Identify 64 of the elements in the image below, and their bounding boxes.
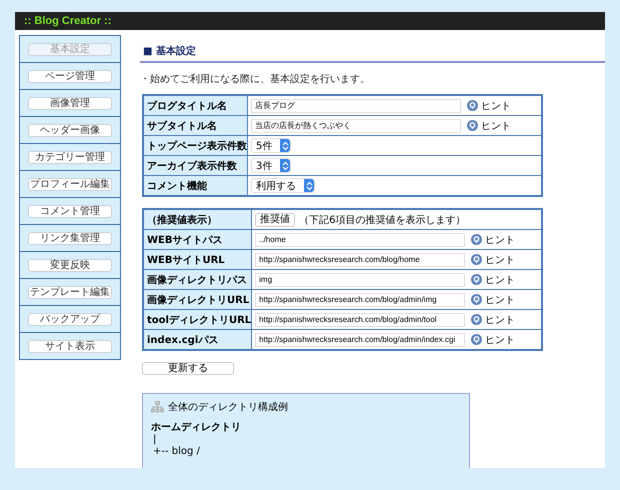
hint-link[interactable]: ヒント — [485, 272, 516, 286]
text-field[interactable]: http://spanishwrecksresearch.com/blog/admin/img — [255, 292, 466, 306]
tree-line: ホームディレクトリ — [151, 422, 242, 434]
chevron-icon — [282, 160, 289, 170]
text-field[interactable]: img — [255, 272, 466, 286]
row-label: トップページ表示件数 — [143, 136, 248, 156]
hint-link[interactable]: ヒント — [485, 252, 516, 266]
row-label: toolディレクトリURL — [143, 310, 252, 330]
help-icon[interactable] — [467, 120, 478, 131]
sidebar-button[interactable]: コメント管理 — [28, 204, 112, 218]
panel-title: 全体のディレクトリ構成例 — [168, 400, 288, 414]
chevron-icon — [282, 140, 289, 150]
hint-link[interactable]: ヒント — [481, 98, 511, 112]
help-icon[interactable] — [471, 294, 482, 305]
sidebar-button[interactable]: サイト表示 — [28, 340, 112, 352]
help-icon[interactable] — [467, 100, 478, 111]
help-icon[interactable] — [471, 334, 482, 345]
row-label: コメント機能 — [143, 176, 248, 196]
sidebar-button[interactable]: 変更反映 — [28, 258, 112, 272]
hint-link[interactable]: ヒント — [485, 232, 516, 246]
row-label: 画像ディレクトリパス — [143, 270, 252, 290]
text-field[interactable]: http://spanishwrecksresearch.com/blog/home — [255, 252, 466, 266]
hint-link[interactable]: ヒント — [485, 292, 516, 306]
row-label: WEBサイトパス — [143, 230, 252, 250]
hint-link[interactable]: ヒント — [481, 118, 511, 132]
row-label: 画像ディレクトリURL — [143, 290, 252, 310]
text-field[interactable]: 店長ブログ — [251, 98, 461, 112]
sidebar-button[interactable]: カテゴリー管理 — [28, 150, 112, 164]
sidebar-button[interactable]: プロフィール編集 — [28, 178, 112, 190]
help-icon[interactable] — [471, 314, 482, 325]
section-title: ■ 基本設定 — [140, 44, 605, 63]
update-button[interactable]: 更新する — [142, 362, 234, 375]
row-label: ブログタイトル名 — [143, 95, 248, 116]
tree-line: | — [152, 434, 158, 446]
dropdown[interactable]: 利用する — [251, 178, 315, 193]
sidebar-button[interactable]: ページ管理 — [28, 70, 112, 82]
dropdown[interactable]: 3件 — [251, 158, 292, 173]
chevron-icon — [306, 180, 312, 190]
dropdown[interactable]: 5件 — [251, 138, 292, 153]
text-field[interactable]: http://spanishwrecksresearch.com/blog/admin/index.cgi — [255, 332, 466, 346]
sidebar-button[interactable]: リンク集管理 — [28, 232, 112, 244]
row-label: index.cgiパス — [143, 330, 252, 350]
sidebar-button[interactable]: ヘッダー画像 — [28, 124, 112, 136]
sidebar-button[interactable]: テンプレート編集 — [28, 286, 112, 298]
help-icon[interactable] — [471, 234, 482, 245]
app-title: :: Blog Creator :: — [24, 15, 112, 27]
row-label: アーカイブ表示件数 — [143, 156, 248, 176]
tree-icon — [151, 401, 164, 413]
sidebar-button[interactable]: バックアップ — [28, 312, 112, 326]
hint-link[interactable]: ヒント — [485, 332, 516, 346]
hint-link[interactable]: ヒント — [485, 312, 516, 326]
help-icon[interactable] — [471, 274, 482, 285]
recommended-button[interactable]: 推奨値 — [255, 212, 296, 226]
row-label: サブタイトル名 — [143, 116, 248, 136]
text-field[interactable]: http://spanishwrecksresearch.com/blog/admin/tool — [255, 312, 466, 326]
text-field[interactable]: 当店の店長が熱くつぶやく — [251, 118, 461, 132]
note-text: （下記6項目の推奨値を表示します） — [299, 214, 466, 226]
text-field[interactable]: ../home — [255, 232, 466, 246]
help-icon[interactable] — [471, 254, 482, 265]
row-label: WEBサイトURL — [143, 250, 252, 270]
row-label: （推奨値表示） — [143, 209, 252, 230]
description-text: ・始めてご利用になる際に、基本設定を行います。 — [140, 72, 371, 86]
tree-line: +-- blog / — [152, 446, 201, 458]
sidebar-button[interactable]: 画像管理 — [28, 96, 112, 110]
